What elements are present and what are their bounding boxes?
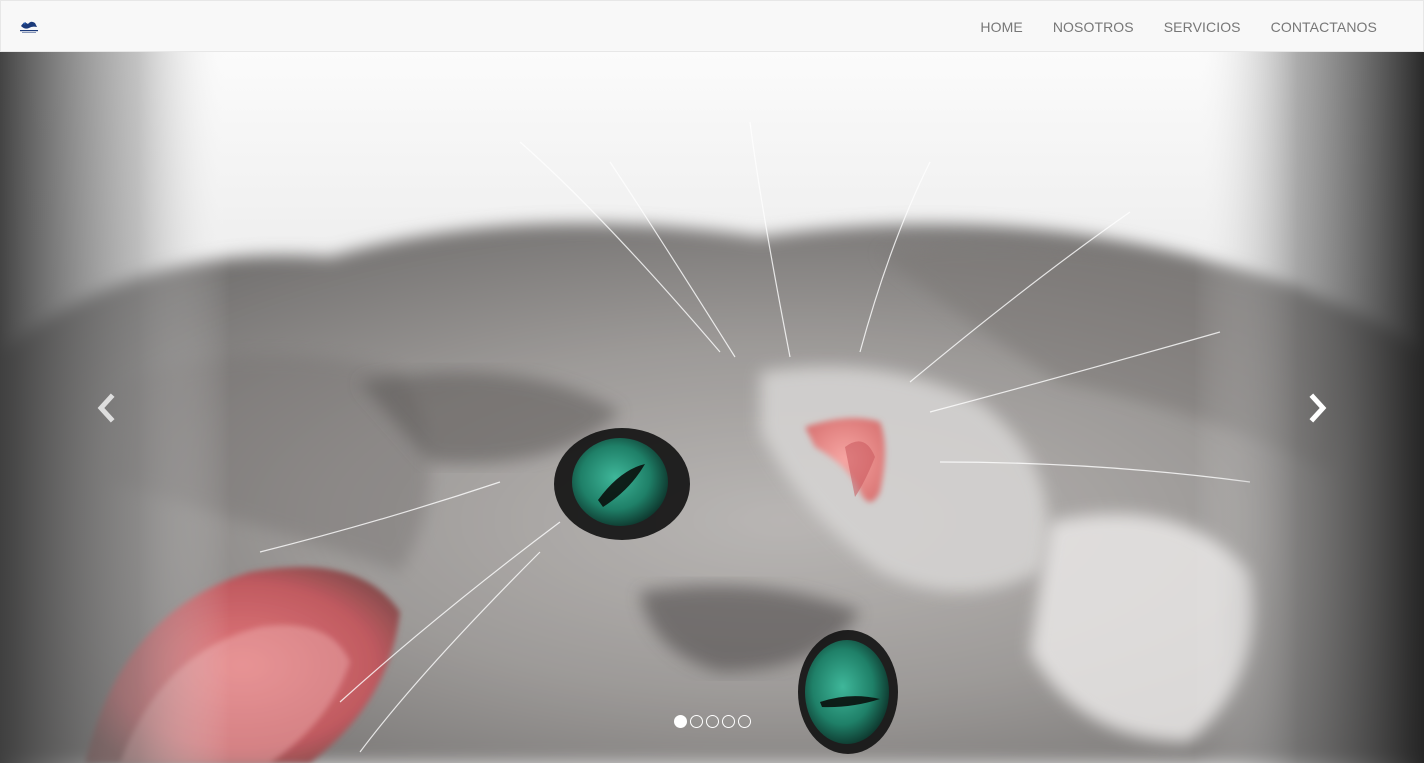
top-navbar: HOME NOSOTROS SERVICIOS CONTACTANOS	[0, 0, 1424, 52]
carousel-prev-button[interactable]	[0, 52, 210, 763]
indicator-dot-2[interactable]	[690, 715, 703, 728]
kitten-photo	[0, 52, 1424, 763]
indicator-dot-4[interactable]	[722, 715, 735, 728]
carousel-indicators	[674, 715, 751, 728]
menu-item-nosotros: NOSOTROS	[1038, 1, 1149, 53]
indicator-dot-5[interactable]	[738, 715, 751, 728]
nav-link-servicios[interactable]: SERVICIOS	[1149, 1, 1256, 53]
chevron-right-icon	[1309, 392, 1327, 423]
brand-logo-icon[interactable]	[18, 18, 40, 34]
menu-item-home: HOME	[965, 1, 1037, 53]
nav-link-nosotros[interactable]: NOSOTROS	[1038, 1, 1149, 53]
chevron-left-icon	[97, 392, 115, 423]
nav-link-contactanos[interactable]: CONTACTANOS	[1256, 1, 1392, 53]
menu-item-contactanos: CONTACTANOS	[1256, 1, 1392, 53]
main-menu: HOME NOSOTROS SERVICIOS CONTACTANOS	[965, 1, 1392, 53]
nav-link-home[interactable]: HOME	[965, 1, 1037, 53]
indicator-dot-3[interactable]	[706, 715, 719, 728]
carousel-next-button[interactable]	[1214, 52, 1424, 763]
menu-item-servicios: SERVICIOS	[1149, 1, 1256, 53]
hero-carousel	[0, 52, 1424, 763]
indicator-dot-1[interactable]	[674, 715, 687, 728]
